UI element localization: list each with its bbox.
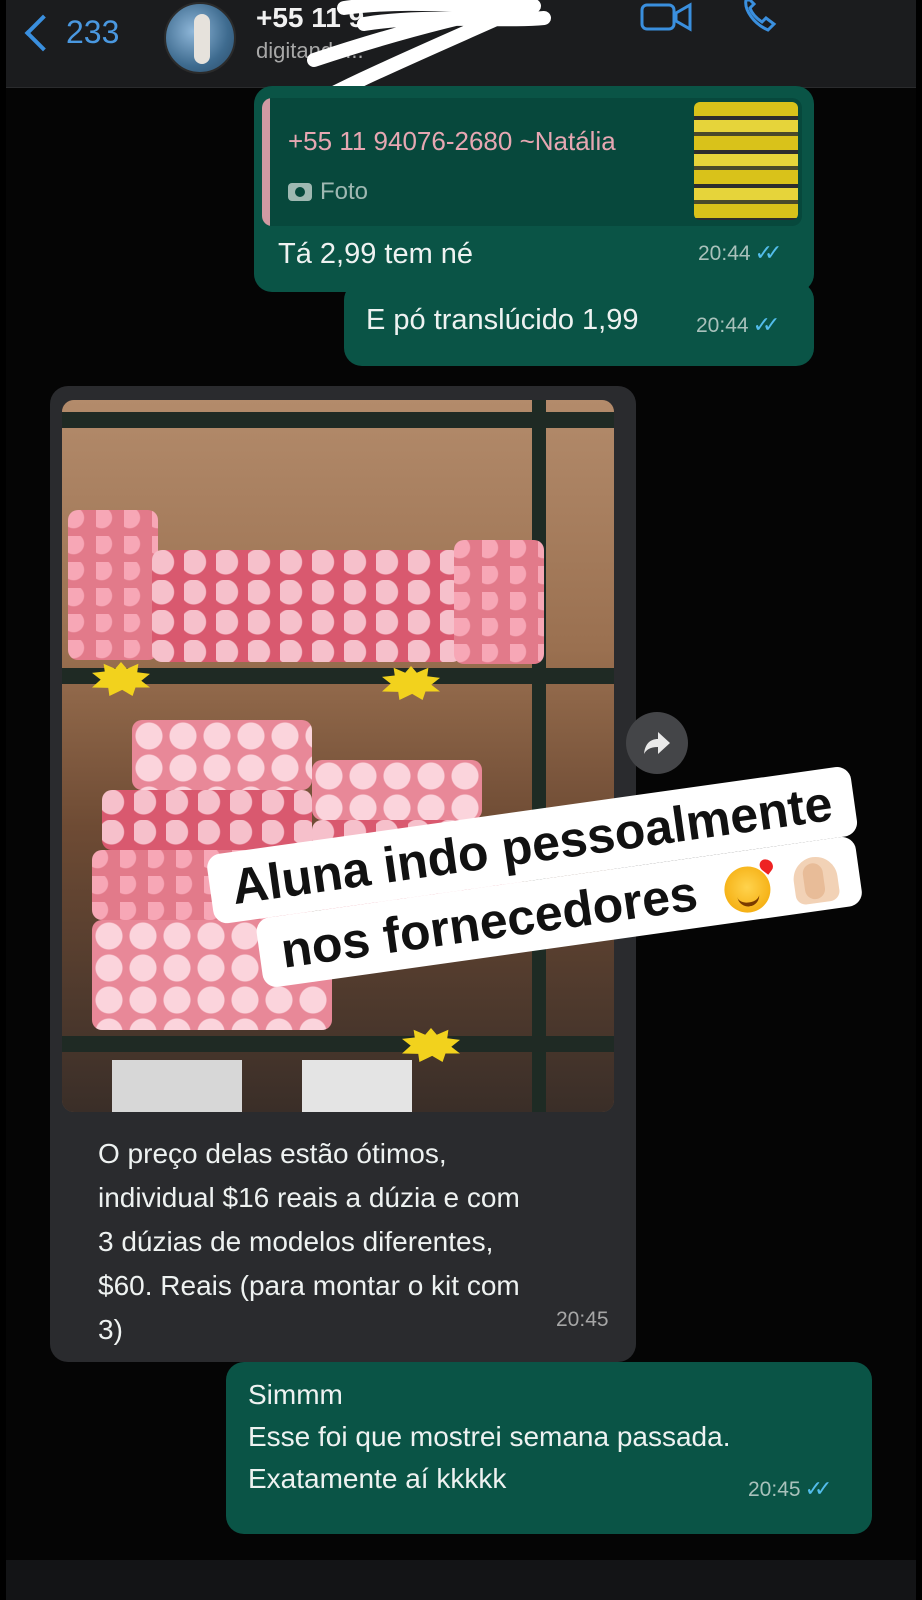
message-time: 20:44 ✓✓ bbox=[696, 312, 781, 337]
quote-thumbnail-image bbox=[694, 102, 798, 220]
avatar[interactable] bbox=[164, 2, 236, 74]
chat-header: 233 +55 11 9 digitando... bbox=[6, 0, 916, 88]
chevron-left-icon bbox=[24, 14, 62, 51]
read-receipt-icon: ✓✓ bbox=[754, 240, 783, 265]
smiling-hearts-emoji bbox=[721, 863, 774, 916]
video-call-icon[interactable] bbox=[640, 2, 692, 32]
quote-author: +55 11 94076-2680 ~Natália bbox=[288, 126, 616, 156]
read-receipt-icon: ✓✓ bbox=[804, 1476, 833, 1501]
product-stack bbox=[152, 550, 462, 662]
product-stack bbox=[454, 540, 544, 664]
message-time: 20:44 ✓✓ bbox=[698, 240, 783, 265]
message-text: E pó translúcido 1,99 bbox=[366, 304, 639, 336]
quoted-message[interactable]: +55 11 94076-2680 ~Natália Foto bbox=[262, 98, 802, 226]
contact-info[interactable]: +55 11 9 digitando... bbox=[256, 2, 364, 64]
quote-type-label: Foto bbox=[320, 178, 369, 205]
product-stack bbox=[68, 510, 158, 660]
quote-accent-bar bbox=[262, 98, 270, 226]
contact-name: +55 11 9 bbox=[256, 2, 365, 33]
contact-status: digitando... bbox=[256, 38, 364, 63]
message-bubble-outgoing[interactable]: E pó translúcido 1,99 20:44 ✓✓ bbox=[344, 282, 814, 366]
message-text: Tá 2,99 tem né bbox=[278, 238, 474, 270]
message-bubble-outgoing[interactable]: +55 11 94076-2680 ~Natália Foto Tá 2,99 … bbox=[254, 86, 814, 292]
unread-count: 233 bbox=[66, 14, 120, 50]
clapping-hands-emoji bbox=[791, 853, 842, 906]
message-caption: O preço delas estão ótimos, individual $… bbox=[98, 1138, 520, 1345]
message-input-bar[interactable] bbox=[6, 1560, 916, 1600]
message-text: Simmm Esse foi que mostrei semana passad… bbox=[248, 1379, 731, 1494]
back-button[interactable]: 233 bbox=[22, 14, 119, 51]
message-bubble-outgoing[interactable]: Simmm Esse foi que mostrei semana passad… bbox=[226, 1362, 872, 1534]
message-time: 20:45 bbox=[556, 1308, 609, 1331]
product-stack bbox=[132, 720, 312, 790]
camera-icon bbox=[288, 183, 312, 201]
message-time: 20:45 ✓✓ bbox=[748, 1476, 833, 1501]
quote-type: Foto bbox=[288, 178, 368, 206]
chat-screen: 233 +55 11 9 digitando... +55 11 94076-2… bbox=[6, 0, 916, 1600]
phone-call-icon[interactable] bbox=[740, 0, 780, 32]
read-receipt-icon: ✓✓ bbox=[752, 312, 781, 337]
